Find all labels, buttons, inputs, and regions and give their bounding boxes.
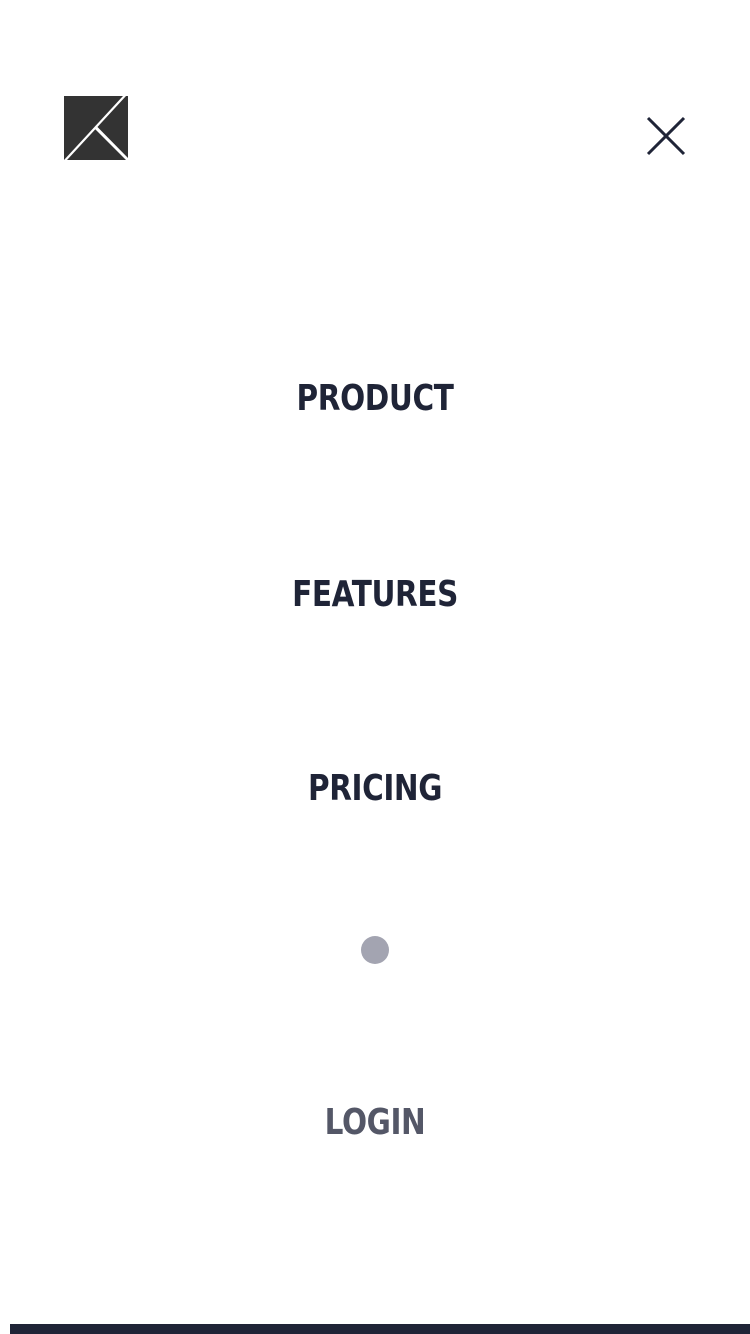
k-logo-icon[interactable] [64, 96, 128, 160]
bottom-bar [10, 1324, 750, 1334]
close-icon [646, 116, 686, 156]
menu-item-features[interactable]: FEATURES [68, 573, 683, 617]
menu-item-product[interactable]: PRODUCT [68, 377, 683, 421]
menu-item-pricing[interactable]: PRICING [68, 767, 683, 811]
separator-dot [361, 936, 389, 964]
login-link[interactable]: LOGIN [68, 1101, 683, 1145]
close-menu-button[interactable] [640, 110, 692, 162]
